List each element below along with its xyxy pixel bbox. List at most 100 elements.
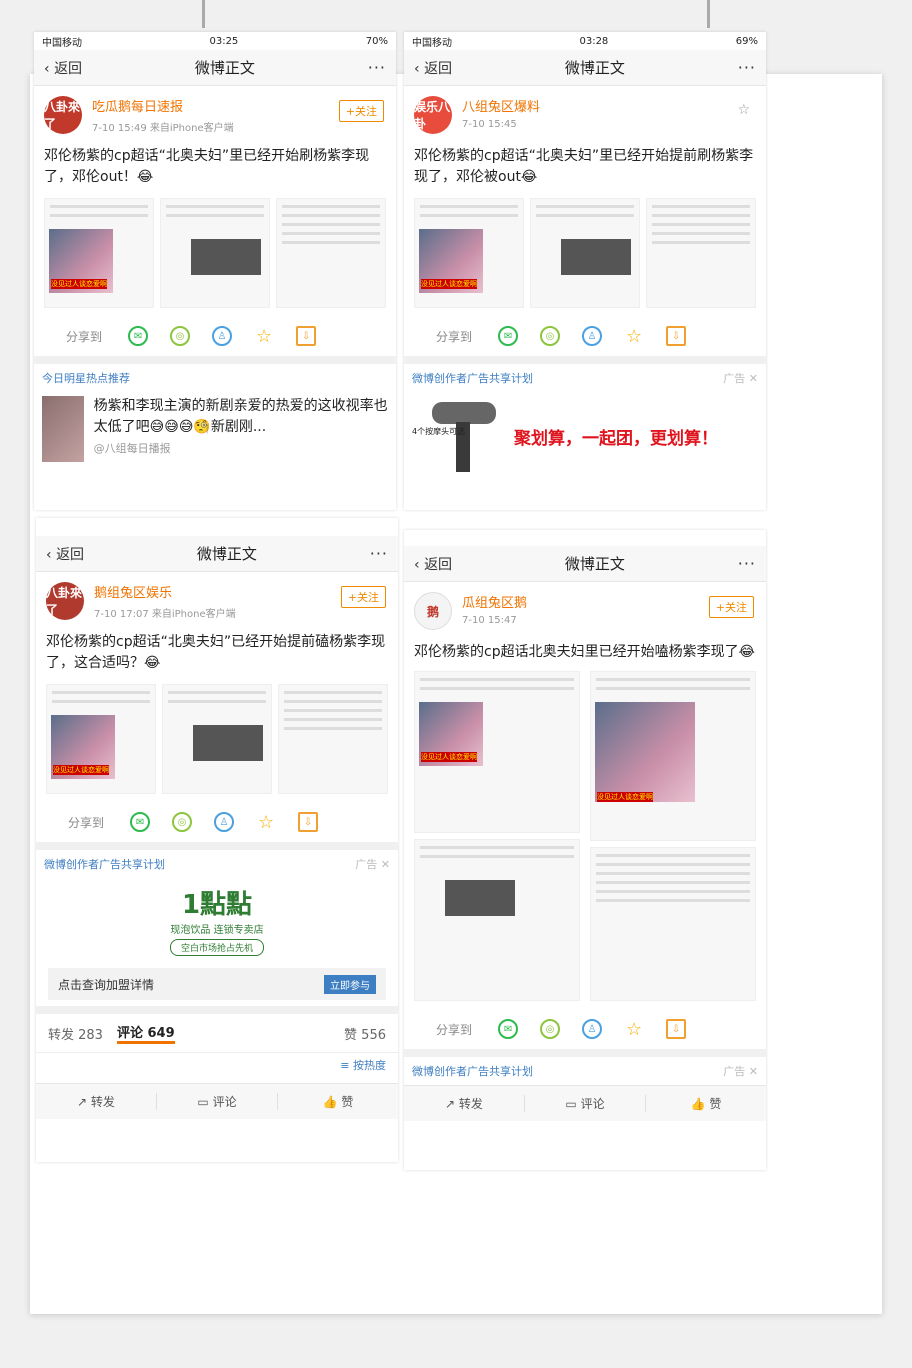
ad-slogan: 聚划算，一起团，更划算！ bbox=[514, 428, 718, 449]
post-image[interactable] bbox=[590, 846, 756, 1001]
post-image[interactable]: 没见过人谈恋爱啊 bbox=[44, 198, 154, 308]
sort-toggle[interactable]: ≡ 按热度 bbox=[36, 1052, 398, 1077]
username[interactable]: 八组兔区爆料 bbox=[462, 96, 540, 115]
favorite-star-icon[interactable]: ☆ bbox=[256, 812, 276, 833]
back-button[interactable]: ‹ 返回 bbox=[46, 544, 84, 564]
status-bar: 中国移动 03:25 70% bbox=[34, 32, 396, 50]
moments-icon[interactable]: ◎ bbox=[540, 326, 561, 346]
wechat-icon[interactable]: ✉ bbox=[128, 326, 149, 346]
back-button[interactable]: ‹ 返回 bbox=[414, 554, 452, 574]
weibo-post: 鹅 瓜组兔区鹅 7-10 15:47 +关注 邓伦杨紫的cp超话北奥夫妇里已经开始嗑杨… bbox=[404, 582, 766, 1049]
back-button[interactable]: ‹ 返回 bbox=[44, 58, 82, 78]
moments-icon[interactable]: ◎ bbox=[170, 326, 191, 346]
post-image[interactable] bbox=[530, 198, 640, 308]
cta-button[interactable]: 立即参与 bbox=[324, 974, 376, 994]
tab-like[interactable]: 赞 556 bbox=[344, 1024, 386, 1043]
comment-button[interactable]: ▭ 评论 bbox=[525, 1095, 646, 1112]
ad-close[interactable]: 广告 ✕ bbox=[723, 1063, 758, 1079]
ad-cta-bar[interactable]: 点击查询加盟详情 立即参与 bbox=[48, 968, 386, 1000]
hot-title: 杨紫和李现主演的新剧亲爱的热爱的这收视率也太低了吧😅😅😅🧐新剧刚... bbox=[93, 398, 388, 435]
post-image[interactable]: 没见过人谈恋爱啊 bbox=[590, 671, 756, 841]
wechat-icon[interactable]: ✉ bbox=[498, 326, 519, 346]
post-image[interactable] bbox=[646, 198, 756, 308]
page-title: 微博正文 bbox=[564, 59, 625, 77]
post-images: 没见过人谈恋爱啊 bbox=[414, 198, 756, 308]
share-row: 分享到 ✉ ◎ ♙ ☆ ⇩ bbox=[44, 316, 386, 356]
username[interactable]: 鹅组兔区娱乐 bbox=[94, 582, 236, 601]
ad-header: 微博创作者广告共享计划 广告 ✕ bbox=[36, 850, 398, 878]
more-icon[interactable]: ··· bbox=[368, 58, 386, 77]
moments-icon[interactable]: ◎ bbox=[540, 1019, 561, 1039]
post-image[interactable] bbox=[276, 198, 386, 308]
post-image[interactable] bbox=[278, 684, 388, 794]
page-title: 微博正文 bbox=[564, 555, 625, 573]
follow-button[interactable]: +关注 bbox=[340, 586, 386, 608]
avatar[interactable]: 八卦來了 bbox=[46, 582, 84, 620]
wechat-icon[interactable]: ✉ bbox=[498, 1019, 519, 1039]
ad-brand-logo[interactable]: 1點點 现泡饮品 连锁专卖店 空白市场抢占先机 bbox=[36, 878, 398, 962]
follow-button[interactable]: +关注 bbox=[708, 596, 754, 618]
repost-button[interactable]: ↗ 转发 bbox=[36, 1093, 157, 1110]
moments-icon[interactable]: ◎ bbox=[172, 812, 193, 832]
ad-header: 微博创作者广告共享计划 广告 ✕ bbox=[404, 364, 766, 392]
more-icon[interactable]: ··· bbox=[370, 544, 388, 563]
username[interactable]: 瓜组兔区鹅 bbox=[462, 592, 527, 611]
save-image-icon[interactable]: ⇩ bbox=[296, 326, 317, 346]
repost-label: 转发 bbox=[458, 1097, 483, 1111]
avatar[interactable]: 鹅 bbox=[414, 592, 452, 630]
ad-header-label: 微博创作者广告共享计划 bbox=[412, 1065, 533, 1078]
qq-icon[interactable]: ♙ bbox=[214, 812, 235, 832]
post-image[interactable] bbox=[414, 839, 580, 1001]
ad-caption: 4个按摩头可选 bbox=[412, 427, 466, 436]
share-row: 分享到 ✉ ◎ ♙ ☆ ⇩ bbox=[414, 1009, 756, 1049]
post-image[interactable]: 没见过人谈恋爱啊 bbox=[46, 684, 156, 794]
post-image[interactable]: 没见过人谈恋爱啊 bbox=[414, 198, 524, 308]
more-icon[interactable]: ··· bbox=[738, 554, 756, 573]
post-image[interactable]: 没见过人谈恋爱啊 bbox=[414, 671, 580, 833]
username[interactable]: 吃瓜鹅每日速报 bbox=[92, 96, 234, 115]
favorite-star-icon[interactable]: ☆ bbox=[624, 326, 644, 347]
avatar[interactable]: 八卦來了 bbox=[44, 96, 82, 134]
tab-repost[interactable]: 转发 283 bbox=[48, 1024, 103, 1043]
brand-name: 1點點 bbox=[181, 890, 253, 920]
qq-icon[interactable]: ♙ bbox=[212, 326, 233, 346]
hot-card[interactable]: 杨紫和李现主演的新剧亲爱的热爱的这收视率也太低了吧😅😅😅🧐新剧刚... @八组每日… bbox=[34, 392, 396, 466]
tab-comment[interactable]: 评论 649 bbox=[116, 1022, 175, 1044]
share-row: 分享到 ✉ ◎ ♙ ☆ ⇩ bbox=[46, 802, 388, 842]
save-image-icon[interactable]: ⇩ bbox=[666, 1019, 687, 1039]
post-text: 邓伦杨紫的cp超话北奥夫妇里已经开始嗑杨紫李现了😂 bbox=[414, 644, 755, 660]
favorite-star-icon[interactable]: ☆ bbox=[624, 1019, 644, 1040]
back-label: 返回 bbox=[56, 546, 85, 563]
repost-button[interactable]: ↗ 转发 bbox=[404, 1095, 525, 1112]
bottom-action-bar: ↗ 转发 ▭ 评论 👍 赞 bbox=[404, 1085, 766, 1121]
back-button[interactable]: ‹ 返回 bbox=[414, 58, 452, 78]
page-title: 微博正文 bbox=[194, 59, 255, 77]
avatar-text: 鹅 bbox=[426, 604, 439, 619]
nav-bar: ‹ 返回 微博正文 ··· bbox=[404, 50, 766, 86]
save-image-icon[interactable]: ⇩ bbox=[666, 326, 687, 346]
avatar[interactable]: 娱乐八卦 bbox=[414, 96, 452, 134]
post-image[interactable] bbox=[160, 198, 270, 308]
qq-icon[interactable]: ♙ bbox=[582, 1019, 603, 1039]
ad-card[interactable]: 4个按摩头可选 聚划算，一起团，更划算！ bbox=[404, 392, 766, 480]
post-images: 没见过人谈恋爱啊 bbox=[44, 198, 386, 308]
like-label: 赞 bbox=[709, 1097, 722, 1111]
post-images: 没见过人谈恋爱啊 bbox=[46, 684, 388, 794]
qq-icon[interactable]: ♙ bbox=[582, 326, 603, 346]
post-image[interactable] bbox=[162, 684, 272, 794]
ad-close[interactable]: 广告 ✕ bbox=[355, 856, 390, 872]
save-image-icon[interactable]: ⇩ bbox=[298, 812, 319, 832]
follow-button[interactable]: +关注 bbox=[338, 100, 384, 122]
wechat-icon[interactable]: ✉ bbox=[130, 812, 151, 832]
ad-close[interactable]: 广告 ✕ bbox=[723, 370, 758, 386]
weibo-post: 娱乐八卦 八组兔区爆料 7-10 15:45 ☆ 邓伦杨紫的cp超话“北奥夫妇”里已经… bbox=[404, 86, 766, 356]
nav-bar: ‹ 返回 微博正文 ··· bbox=[34, 50, 396, 86]
avatar-text: 八卦來了 bbox=[46, 586, 83, 617]
like-button[interactable]: 👍 赞 bbox=[278, 1093, 398, 1110]
favorite-star-icon[interactable]: ☆ bbox=[254, 326, 274, 347]
comment-button[interactable]: ▭ 评论 bbox=[157, 1093, 278, 1110]
star-icon[interactable]: ☆ bbox=[737, 102, 750, 118]
screenshot-panel-2: 中国移动 03:28 69% ‹ 返回 微博正文 ··· 娱乐八卦 八组兔区爆料 7-10 … bbox=[404, 32, 766, 510]
like-button[interactable]: 👍 赞 bbox=[646, 1095, 766, 1112]
more-icon[interactable]: ··· bbox=[738, 58, 756, 77]
